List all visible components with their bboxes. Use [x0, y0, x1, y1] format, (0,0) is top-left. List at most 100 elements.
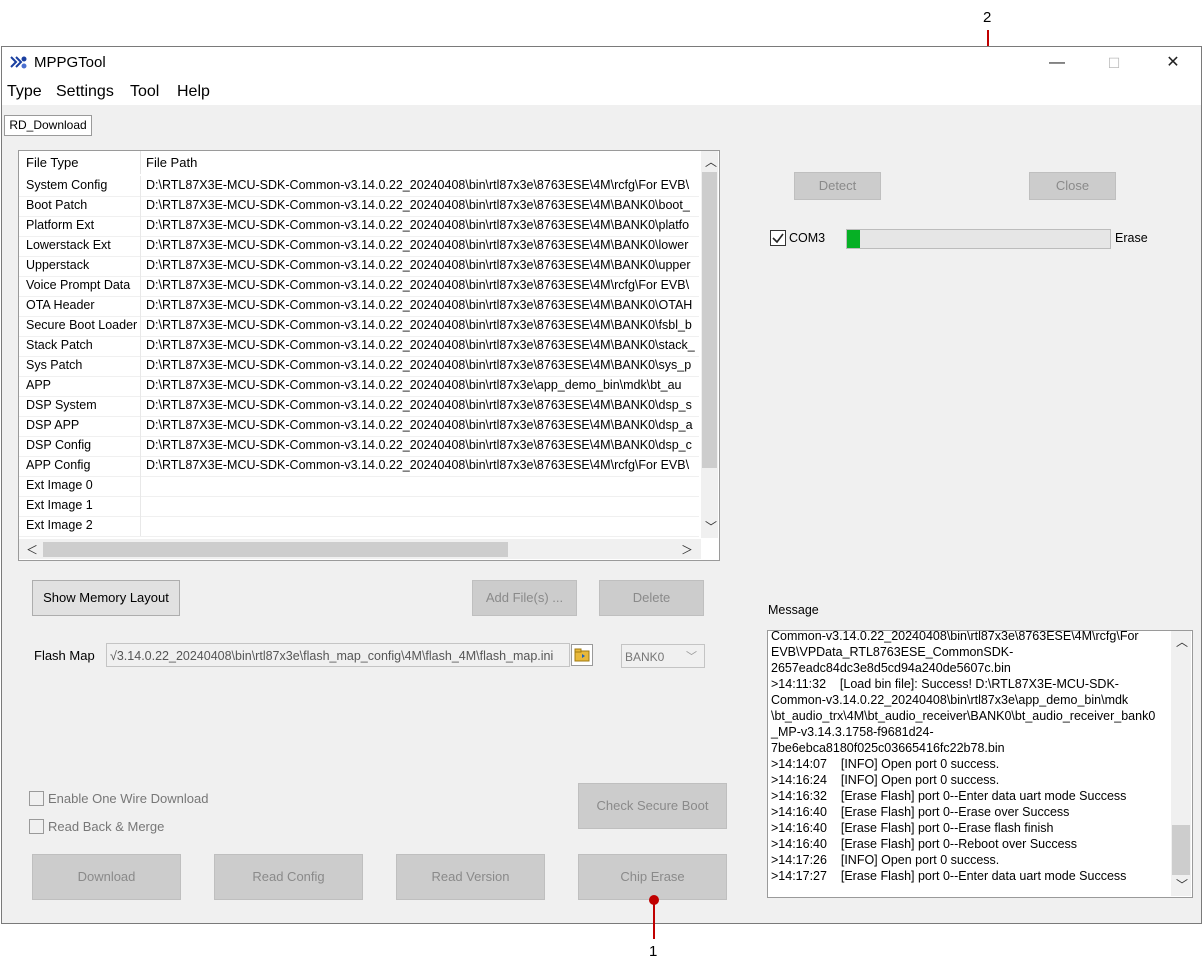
file-path-cell: D:\RTL87X3E-MCU-SDK-Common-v3.14.0.22_20… [146, 378, 682, 392]
port-status-label: Erase [1115, 231, 1148, 245]
menu-type[interactable]: Type [7, 83, 42, 101]
detect-button[interactable]: Detect [794, 172, 881, 200]
file-type-cell: DSP APP [26, 418, 80, 432]
file-table: File Type File Path System Config D:\RTL8… [18, 150, 720, 561]
delete-button[interactable]: Delete [599, 580, 704, 616]
column-divider [140, 196, 141, 216]
read-version-button[interactable]: Read Version [396, 854, 545, 900]
check-secure-boot-button[interactable]: Check Secure Boot [578, 783, 727, 829]
message-scroll-thumb[interactable] [1172, 825, 1190, 875]
bank-select[interactable]: BANK0 ﹀ [621, 644, 705, 668]
scroll-right-icon[interactable]: ＞ [681, 541, 693, 558]
file-type-cell: Upperstack [26, 258, 90, 272]
scroll-left-icon[interactable]: ＜ [26, 541, 38, 558]
menu-settings[interactable]: Settings [56, 83, 114, 101]
file-type-cell: Secure Boot Loader [26, 318, 138, 332]
table-row[interactable]: APP Config D:\RTL87X3E-MCU-SDK-Common-v3.… [19, 456, 699, 477]
message-scroll-up-icon[interactable]: ︿ [1176, 633, 1188, 650]
column-divider [140, 256, 141, 276]
one-wire-label: Enable One Wire Download [48, 791, 209, 806]
file-type-cell: Stack Patch [26, 338, 93, 352]
tab-rd-download[interactable]: RD_Download [4, 115, 92, 136]
message-line: EVB\VPData_RTL8763ESE_CommonSDK- [771, 645, 1014, 659]
com3-label: COM3 [789, 231, 826, 245]
message-line: 2657eadc84dc3e8d5cd94a240de5607c.bin [771, 661, 1011, 675]
table-row[interactable]: Lowerstack Ext D:\RTL87X3E-MCU-SDK-Common… [19, 236, 699, 257]
table-row[interactable]: Ext Image 1 [19, 496, 699, 517]
table-row[interactable]: Stack Patch D:\RTL87X3E-MCU-SDK-Common-v3… [19, 336, 699, 357]
table-row[interactable]: Platform Ext D:\RTL87X3E-MCU-SDK-Common-v… [19, 216, 699, 237]
file-path-cell: D:\RTL87X3E-MCU-SDK-Common-v3.14.0.22_20… [146, 458, 690, 472]
message-line: >14:14:07 [INFO] Open port 0 success. [771, 757, 1000, 771]
vertical-scroll-thumb[interactable] [702, 172, 717, 468]
file-path-cell: D:\RTL87X3E-MCU-SDK-Common-v3.14.0.22_20… [146, 198, 690, 212]
flash-map-path-field[interactable]: √3.14.0.22_20240408\bin\rtl87x3e\flash_m… [106, 643, 570, 667]
table-row[interactable]: Upperstack D:\RTL87X3E-MCU-SDK-Common-v3.… [19, 256, 699, 277]
flash-map-label: Flash Map [34, 648, 95, 663]
show-memory-layout-button[interactable]: Show Memory Layout [32, 580, 180, 616]
title-bar: MPPGTool — ☐ ✕ [2, 47, 1201, 78]
table-row[interactable]: Ext Image 2 [19, 516, 699, 537]
message-line: >14:11:32 [Load bin file]: Success! D:\R… [771, 677, 1119, 691]
column-header-file-type[interactable]: File Type [26, 151, 79, 174]
message-line: >14:17:27 [Erase Flash] port 0--Enter da… [771, 869, 1127, 883]
minimize-button[interactable]: — [1037, 51, 1077, 75]
close-window-button[interactable]: ✕ [1153, 51, 1193, 75]
menu-help[interactable]: Help [177, 83, 210, 101]
com3-checkbox[interactable] [770, 230, 786, 246]
table-row[interactable]: DSP System D:\RTL87X3E-MCU-SDK-Common-v3.… [19, 396, 699, 417]
file-path-cell: D:\RTL87X3E-MCU-SDK-Common-v3.14.0.22_20… [146, 278, 690, 292]
file-type-cell: Ext Image 2 [26, 518, 93, 532]
horizontal-scroll-thumb[interactable] [43, 542, 508, 557]
scroll-down-icon[interactable]: ﹀ [705, 518, 717, 535]
checkmark-icon [772, 233, 784, 244]
column-divider [140, 516, 141, 536]
column-divider [140, 176, 141, 196]
table-row[interactable]: OTA Header D:\RTL87X3E-MCU-SDK-Common-v3.… [19, 296, 699, 317]
scroll-up-icon[interactable]: ︿ [705, 153, 717, 170]
file-path-cell: D:\RTL87X3E-MCU-SDK-Common-v3.14.0.22_20… [146, 338, 695, 352]
table-row[interactable]: Secure Boot Loader D:\RTL87X3E-MCU-SDK-Co… [19, 316, 699, 337]
maximize-button[interactable]: ☐ [1094, 51, 1134, 75]
add-files-button[interactable]: Add File(s) ... [472, 580, 577, 616]
table-row[interactable]: DSP APP D:\RTL87X3E-MCU-SDK-Common-v3.14.… [19, 416, 699, 437]
file-type-cell: System Config [26, 178, 108, 192]
table-row[interactable]: APP D:\RTL87X3E-MCU-SDK-Common-v3.14.0.22… [19, 376, 699, 397]
column-divider [140, 316, 141, 336]
file-path-cell: D:\RTL87X3E-MCU-SDK-Common-v3.14.0.22_20… [146, 318, 692, 332]
download-button[interactable]: Download [32, 854, 181, 900]
table-row[interactable]: Voice Prompt Data D:\RTL87X3E-MCU-SDK-Com… [19, 276, 699, 297]
callout-2-number: 2 [983, 9, 992, 26]
table-row[interactable]: Ext Image 0 [19, 476, 699, 497]
menu-tool[interactable]: Tool [130, 83, 159, 101]
message-line: >14:16:32 [Erase Flash] port 0--Enter da… [771, 789, 1127, 803]
message-log[interactable]: Common-v3.14.0.22_20240408\bin\rtl87x3e\… [767, 630, 1193, 898]
browse-flash-map-button[interactable] [571, 644, 593, 666]
header-divider [140, 151, 141, 174]
callout-1-number: 1 [649, 943, 658, 960]
message-line: >14:17:26 [INFO] Open port 0 success. [771, 853, 1000, 867]
table-row[interactable]: Sys Patch D:\RTL87X3E-MCU-SDK-Common-v3.1… [19, 356, 699, 377]
chip-erase-button[interactable]: Chip Erase [578, 854, 727, 900]
column-divider [140, 216, 141, 236]
column-divider [140, 456, 141, 476]
column-divider [140, 276, 141, 296]
file-type-cell: Ext Image 1 [26, 498, 93, 512]
chevron-down-icon: ﹀ [686, 651, 697, 663]
table-row[interactable]: System Config D:\RTL87X3E-MCU-SDK-Common-… [19, 176, 699, 197]
one-wire-checkbox[interactable] [29, 791, 44, 806]
file-type-cell: Lowerstack Ext [26, 238, 111, 252]
folder-icon [574, 648, 590, 662]
read-back-checkbox[interactable] [29, 819, 44, 834]
bank-select-value: BANK0 [625, 650, 665, 664]
table-row[interactable]: Boot Patch D:\RTL87X3E-MCU-SDK-Common-v3.… [19, 196, 699, 217]
message-line: Common-v3.14.0.22_20240408\bin\rtl87x3e\… [771, 693, 1129, 707]
read-config-button[interactable]: Read Config [214, 854, 363, 900]
column-header-file-path[interactable]: File Path [146, 151, 197, 174]
message-scroll-down-icon[interactable]: ﹀ [1176, 876, 1188, 893]
table-row[interactable]: DSP Config D:\RTL87X3E-MCU-SDK-Common-v3.… [19, 436, 699, 457]
close-button[interactable]: Close [1029, 172, 1116, 200]
message-line: _MP-v3.14.3.1758-f9681d24- [771, 725, 934, 739]
file-path-cell: D:\RTL87X3E-MCU-SDK-Common-v3.14.0.22_20… [146, 438, 692, 452]
message-line: >14:16:40 [Erase Flash] port 0--Erase ov… [771, 805, 1070, 819]
